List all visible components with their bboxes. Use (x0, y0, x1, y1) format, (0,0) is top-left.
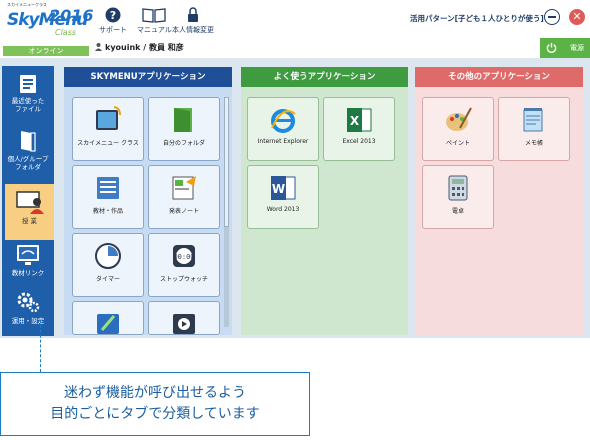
header-bar: スカイメニュークラス SkyMenu 2016 Class ? サポート マニュ… (0, 0, 590, 40)
power-label: 電源 (570, 44, 584, 52)
tile-presentation-note[interactable]: 発表ノート (148, 165, 220, 229)
book-stack-icon (97, 177, 119, 199)
manual-button[interactable]: マニュアル (137, 7, 172, 35)
book-icon (142, 8, 167, 23)
logo-class: Class (55, 28, 77, 37)
tile-stopwatch[interactable]: 00:00 ストップウォッチ (148, 233, 220, 297)
usage-pattern[interactable]: 活用パターン[子ども１人ひとりが使う] (410, 13, 544, 24)
user-icon (95, 43, 102, 51)
svg-text:W: W (272, 182, 285, 196)
gear-icon (17, 292, 40, 313)
video-icon (173, 314, 195, 334)
manual-label: マニュアル (137, 26, 172, 34)
tile-internet-explorer[interactable]: Internet Explorer (247, 97, 319, 161)
tile-word[interactable]: W Word 2013 (247, 165, 319, 229)
tile-label: 教材・作品 (92, 208, 123, 215)
teacher-icon (15, 191, 44, 214)
notepad-icon (523, 108, 543, 132)
panel-favorites-title: よく使うアプリケーション (241, 67, 408, 87)
internet-explorer-icon (271, 109, 296, 133)
power-icon (546, 42, 557, 53)
svg-text:X: X (350, 114, 360, 128)
svg-text:00:00: 00:00 (173, 253, 194, 261)
paint-palette-icon (446, 107, 472, 131)
tile-calculator[interactable]: 電卓 (422, 165, 494, 229)
panel-scrollbar[interactable] (224, 97, 229, 327)
panel-skymenu-title: SKYMENUアプリケーション (64, 67, 232, 87)
callout-line-2: 目的ごとにタブで分類しています (50, 406, 260, 422)
tile-excel[interactable]: X Excel 2013 (323, 97, 395, 161)
sidebar-label-group: 個人/グループ フォルダ (7, 155, 49, 171)
scrollbar-thumb[interactable] (224, 97, 229, 227)
callout-box: 迷わず機能が呼び出せるよう 目的ごとにタブで分類しています (0, 372, 310, 436)
tile-notepad[interactable]: メモ帳 (498, 97, 570, 161)
status-badge: オンライン (3, 46, 89, 56)
callout-line-1: 迷わず機能が呼び出せるよう (64, 385, 246, 401)
logo-year: 2016 (49, 6, 94, 25)
tile-label: 自分のフォルダ (162, 140, 205, 147)
profile-button[interactable]: 本人情報変更 (172, 7, 214, 35)
recent-files-icon (20, 75, 36, 93)
tile-label: タイマー (95, 276, 120, 283)
callout-pointer (40, 320, 42, 372)
timer-icon (95, 243, 121, 269)
pen-tablet-icon (97, 314, 119, 334)
link-monitor-icon (17, 245, 39, 265)
folder-door-icon (21, 131, 36, 152)
user-name: kyouink / 教員 和彦 (105, 43, 184, 52)
calculator-icon (448, 175, 468, 201)
tile-paint[interactable]: ペイント (422, 97, 494, 161)
tile-label: メモ帳 (524, 140, 543, 147)
logo-tagline: スカイメニュークラス (7, 2, 47, 7)
note-icon (172, 176, 196, 200)
tile-drawing[interactable] (72, 301, 144, 335)
excel-icon: X (347, 108, 372, 132)
panel-skymenu: SKYMENUアプリケーション スカイメニュー クラス 自分のフォルダ 教材・作… (64, 67, 232, 335)
folder-icon (174, 108, 192, 132)
panel-others-body: ペイント メモ帳 電卓 (415, 87, 583, 335)
support-button[interactable]: ? サポート (99, 7, 127, 35)
panel-others-title: その他のアプリケーション (415, 67, 583, 87)
word-icon: W (271, 176, 296, 200)
close-button[interactable]: ✕ (569, 9, 585, 25)
tile-my-folder[interactable]: 自分のフォルダ (148, 97, 220, 161)
tile-video[interactable] (148, 301, 220, 335)
power-button[interactable]: 電源 (540, 38, 590, 58)
panel-favorites-body: Internet Explorer X Excel 2013 W Word 20… (241, 87, 408, 335)
panel-favorites: よく使うアプリケーション Internet Explorer X Excel 2… (241, 67, 408, 335)
tile-label: ストップウォッチ (159, 276, 208, 283)
help-icon: ? (105, 7, 121, 23)
tile-label: 電卓 (451, 208, 464, 215)
sidebar-label-links: 教材リンク (11, 269, 45, 277)
support-label: サポート (99, 26, 127, 34)
skymenu-logo: スカイメニュークラス SkyMenu 2016 Class (3, 2, 94, 46)
tablet-icon (96, 106, 121, 130)
sidebar: 最近使った ファイル 個人/グループ フォルダ 授 業 教材リンク 運用・設定 (2, 66, 54, 336)
tile-label: Word 2013 (266, 206, 300, 213)
sidebar-item-class[interactable]: 授 業 (5, 184, 54, 240)
sidebar-label-recent: 最近使った ファイル (11, 97, 45, 113)
tile-label: Internet Explorer (257, 138, 309, 145)
tile-skymenu-class[interactable]: スカイメニュー クラス (72, 97, 144, 161)
sidebar-item-group[interactable]: 個人/グループ フォルダ (2, 124, 54, 180)
tile-materials[interactable]: 教材・作品 (72, 165, 144, 229)
sidebar-label-class: 授 業 (21, 217, 38, 225)
tile-label: スカイメニュー クラス (77, 140, 139, 147)
sidebar-item-recent[interactable]: 最近使った ファイル (2, 68, 54, 124)
panel-skymenu-body: スカイメニュー クラス 自分のフォルダ 教材・作品 発表ノート タイマー 00:… (64, 87, 232, 335)
svg-text:?: ? (110, 9, 116, 22)
tile-label: ペイント (445, 140, 470, 147)
callout-text: 迷わず機能が呼び出せるよう 目的ごとにタブで分類しています (1, 383, 309, 425)
sidebar-item-settings[interactable]: 運用・設定 (2, 284, 54, 340)
profile-label: 本人情報変更 (172, 26, 214, 34)
tile-timer[interactable]: タイマー (72, 233, 144, 297)
lock-icon (188, 7, 198, 22)
tile-label: 発表ノート (168, 208, 199, 215)
stopwatch-icon: 00:00 (173, 245, 195, 267)
tile-label: Excel 2013 (342, 138, 376, 145)
user-info: kyouink / 教員 和彦 (95, 42, 184, 53)
minimize-button[interactable] (544, 9, 560, 25)
panel-others: その他のアプリケーション ペイント メモ帳 電卓 (415, 67, 583, 335)
